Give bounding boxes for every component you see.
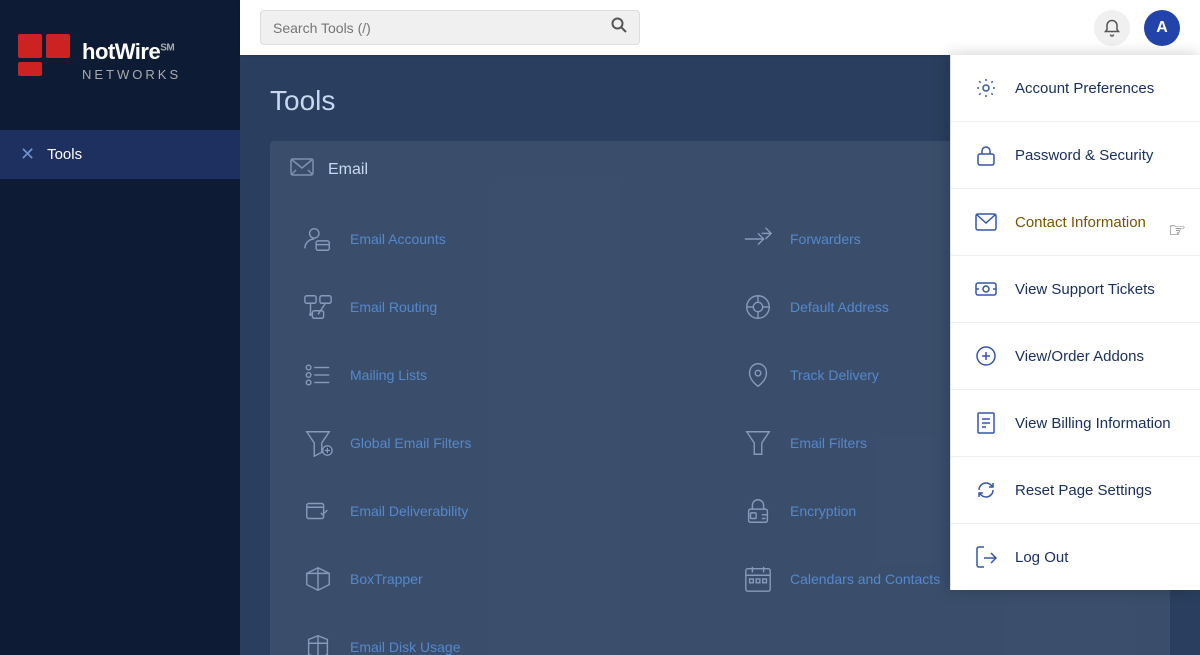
sidebar-nav: ✕ Tools xyxy=(0,120,240,189)
search-input[interactable] xyxy=(273,20,603,36)
mailing-lists-icon xyxy=(300,357,336,393)
header: A xyxy=(240,0,1200,55)
track-delivery-icon xyxy=(740,357,776,393)
dropdown-item-label: Account Preferences xyxy=(1015,80,1154,97)
tool-label: Email Accounts xyxy=(350,231,446,247)
dropdown-view-billing[interactable]: View Billing Information xyxy=(951,390,1200,457)
dropdown-item-label: View/Order Addons xyxy=(1015,348,1144,365)
dropdown-view-order-addons[interactable]: View/Order Addons xyxy=(951,323,1200,390)
email-routing-icon xyxy=(300,289,336,325)
tool-email-accounts[interactable]: Email Accounts xyxy=(290,209,710,269)
sidebar: hotWireSM NETWORKS ✕ Tools xyxy=(0,0,240,655)
dropdown-password-security[interactable]: Password & Security xyxy=(951,122,1200,189)
email-deliverability-icon xyxy=(300,493,336,529)
forwarders-icon xyxy=(740,221,776,257)
cursor-pointer-icon: ☞ xyxy=(1168,218,1186,243)
dropdown-item-label: Reset Page Settings xyxy=(1015,482,1152,499)
sign-out-icon xyxy=(973,544,999,570)
brand-sm: SM xyxy=(160,42,174,53)
envelope-icon xyxy=(973,209,999,235)
brand-wire: Wire xyxy=(115,39,160,64)
user-avatar[interactable]: A xyxy=(1144,10,1180,46)
tool-label: Email Routing xyxy=(350,299,437,315)
tool-mailing-lists[interactable]: Mailing Lists xyxy=(290,345,710,405)
logo-icon xyxy=(18,34,70,86)
email-section-icon xyxy=(290,157,314,183)
search-bar[interactable] xyxy=(260,10,640,45)
tool-boxtrapper[interactable]: BoxTrapper xyxy=(290,549,710,609)
dropdown-contact-information[interactable]: Contact Information ☞ xyxy=(951,189,1200,256)
tool-email-disk-usage[interactable]: Email Disk Usage xyxy=(290,617,710,655)
email-accounts-icon xyxy=(300,221,336,257)
tool-label: Email Deliverability xyxy=(350,503,468,519)
lock-icon xyxy=(973,142,999,168)
brand-text: hotWireSM NETWORKS xyxy=(82,39,181,82)
tool-label: BoxTrapper xyxy=(350,571,423,587)
tools-icon: ✕ xyxy=(20,144,35,165)
plus-circle-icon xyxy=(973,343,999,369)
billing-icon xyxy=(973,410,999,436)
dropdown-item-label: Contact Information xyxy=(1015,214,1146,231)
tool-label: Email Disk Usage xyxy=(350,639,460,655)
tool-email-routing[interactable]: Email Routing xyxy=(290,277,710,337)
email-filters-icon xyxy=(740,425,776,461)
calendars-contacts-icon xyxy=(740,561,776,597)
dropdown-item-label: View Support Tickets xyxy=(1015,281,1155,298)
notification-button[interactable] xyxy=(1094,10,1130,46)
tool-label: Global Email Filters xyxy=(350,435,471,451)
logo-area: hotWireSM NETWORKS xyxy=(0,0,240,120)
email-disk-usage-icon xyxy=(300,629,336,655)
tool-label: Default Address xyxy=(790,299,889,315)
dropdown-reset-page-settings[interactable]: Reset Page Settings xyxy=(951,457,1200,524)
tool-label: Encryption xyxy=(790,503,856,519)
default-address-icon xyxy=(740,289,776,325)
tool-label: Calendars and Contacts xyxy=(790,571,940,587)
ticket-icon xyxy=(973,276,999,302)
tool-email-deliverability[interactable]: Email Deliverability xyxy=(290,481,710,541)
tool-label: Email Filters xyxy=(790,435,867,451)
dropdown-item-label: Log Out xyxy=(1015,549,1068,566)
sidebar-item-tools[interactable]: ✕ Tools xyxy=(0,130,240,179)
brand-networks: NETWORKS xyxy=(82,67,181,82)
dropdown-item-label: View Billing Information xyxy=(1015,415,1171,432)
tool-label: Forwarders xyxy=(790,231,861,247)
search-button[interactable] xyxy=(611,17,627,38)
dropdown-account-preferences[interactable]: Account Preferences xyxy=(951,55,1200,122)
tool-label: Mailing Lists xyxy=(350,367,427,383)
dropdown-item-label: Password & Security xyxy=(1015,147,1153,164)
brand-hot: hot xyxy=(82,39,115,64)
global-email-filters-icon xyxy=(300,425,336,461)
dropdown-view-support-tickets[interactable]: View Support Tickets xyxy=(951,256,1200,323)
tool-global-email-filters[interactable]: Global Email Filters xyxy=(290,413,710,473)
dropdown-log-out[interactable]: Log Out xyxy=(951,524,1200,590)
user-dropdown: Account Preferences Password & Security … xyxy=(950,55,1200,590)
gear-icon xyxy=(973,75,999,101)
sidebar-item-label: Tools xyxy=(47,146,82,163)
boxtrapper-icon xyxy=(300,561,336,597)
refresh-icon xyxy=(973,477,999,503)
encryption-icon xyxy=(740,493,776,529)
email-section-label: Email xyxy=(328,161,368,179)
tool-label: Track Delivery xyxy=(790,367,879,383)
